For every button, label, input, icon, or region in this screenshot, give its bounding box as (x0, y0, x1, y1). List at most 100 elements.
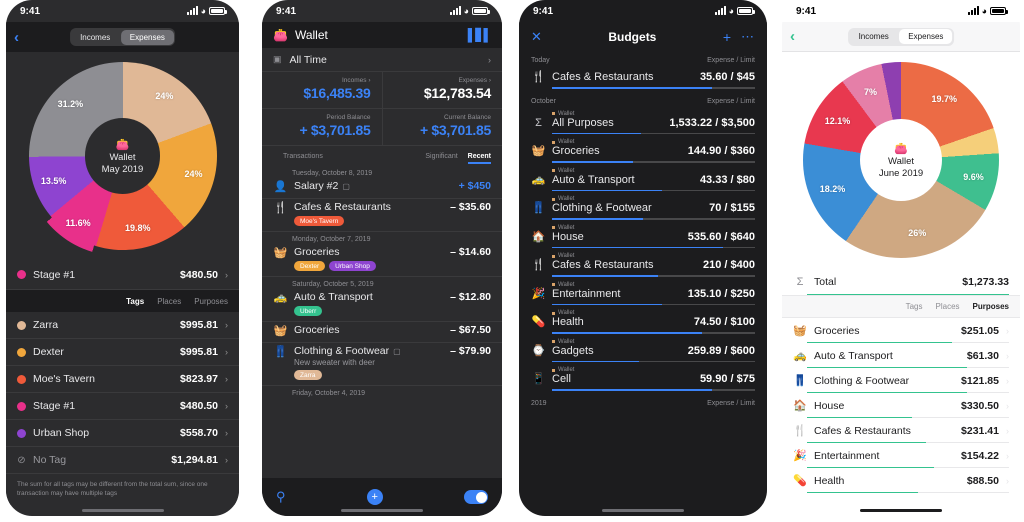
budget-value: 144.90 / $360 (687, 145, 755, 157)
wallet-icon: 👛 (273, 28, 288, 42)
list-item[interactable]: 🏠 House $330.50 › (782, 393, 1020, 418)
summary-label: Incomes › (341, 77, 371, 84)
row-amount: $154.22 (961, 449, 999, 462)
budget-name: Clothing & Footwear (552, 202, 652, 214)
list-item[interactable]: Zarra $995.81 › (6, 312, 239, 339)
row-amount: $558.70 (180, 427, 218, 439)
transaction-name: Cafes & Restaurants (294, 201, 391, 213)
segmented-control[interactable]: Incomes Expenses (69, 28, 176, 46)
budget-row[interactable]: 📱 Wallet Cell 59.90 / $75 (519, 366, 767, 395)
status-bar: 9:41 ◕ (6, 0, 239, 22)
tab-places[interactable]: Places (157, 297, 181, 306)
tab-tags[interactable]: Tags (126, 297, 144, 306)
transaction-row[interactable]: 🚕 Auto & Transport Uberr – $12.80 (262, 289, 502, 322)
period-selector[interactable]: ▣ All Time › (262, 48, 502, 72)
list-item[interactable]: 🎉 Entertainment $154.22 › (782, 443, 1020, 468)
budget-row[interactable]: 🚕 Wallet Auto & Transport 43.33 / $80 (519, 167, 767, 196)
transaction-name: Clothing & Footwear ▢ (294, 345, 401, 357)
list-item[interactable]: 🧺 Groceries $251.05 › (782, 318, 1020, 343)
budget-row[interactable]: 🍴 Cafes & Restaurants 35.60 / $45 (519, 69, 767, 93)
tag-chip[interactable]: Dexter (294, 261, 326, 271)
transaction-row[interactable]: 🧺 Groceries – $67.50 (262, 322, 502, 343)
close-icon[interactable]: ✕ (531, 29, 542, 45)
car-icon: 🚕 (793, 350, 807, 362)
progress-bar (552, 87, 755, 89)
list-item[interactable]: ⊘ No Tag $1,294.81 › (6, 447, 239, 474)
segment-expenses[interactable]: Expenses (120, 29, 174, 45)
pie-slice-label: 19.7% (931, 94, 957, 105)
segment-expenses[interactable]: Expenses (899, 29, 953, 44)
budget-row[interactable]: 💊 Wallet Health 74.50 / $100 (519, 309, 767, 338)
plus-icon[interactable]: + (723, 29, 731, 45)
budget-row[interactable]: 🍴 Wallet Cafes & Restaurants 210 / $400 (519, 252, 767, 281)
budget-row[interactable]: 🎉 Wallet Entertainment 135.10 / $250 (519, 281, 767, 310)
add-transaction-button[interactable]: + (366, 489, 383, 505)
transaction-row[interactable]: 🍴 Cafes & Restaurants Moe's Tavern – $35.60 (262, 199, 502, 232)
tab-tags[interactable]: Tags (906, 302, 923, 311)
tag-chip[interactable]: Urban Shop (329, 261, 376, 271)
toggle-switch[interactable] (464, 490, 488, 504)
budget-row[interactable]: 🧺 Wallet Groceries 144.90 / $360 (519, 138, 767, 167)
transaction-row[interactable]: 🧺 Groceries Dexter Urban Shop – $14.60 (262, 244, 502, 277)
chevron-left-icon[interactable]: ‹ (790, 28, 795, 45)
budget-section-header: 2019 Expense / Limit (519, 395, 767, 412)
row-amount: $231.41 (961, 424, 999, 437)
list-item[interactable]: 👖 Clothing & Footwear $121.85 › (782, 368, 1020, 393)
house-icon: 🏠 (793, 400, 807, 412)
list-item[interactable]: Urban Shop $558.70 › (6, 420, 239, 447)
selected-tag-row[interactable]: Stage #1 $480.50 › (6, 260, 239, 290)
expenses-donut-chart[interactable]: 👛 Wallet May 2019 24% 24% 19.8% 11.6% 13.5% 3… (6, 52, 239, 260)
list-item[interactable]: 💊 Health $88.50 › (782, 468, 1020, 493)
total-row[interactable]: Σ Total $1,273.33 (782, 268, 1020, 296)
tag-chip[interactable]: Zarra (294, 370, 322, 380)
row-amount: $251.05 (961, 324, 999, 337)
list-item[interactable]: Stage #1 $480.50 › (6, 393, 239, 420)
transaction-row[interactable]: 👤 Salary #2 ▢ + $450 (262, 178, 502, 199)
tabs[interactable]: Tags Places Purposes (782, 296, 1020, 318)
more-icon[interactable]: ⋯ (741, 29, 755, 45)
budget-value: 259.89 / $600 (687, 344, 755, 357)
list-item[interactable]: 🚕 Auto & Transport $61.30 › (782, 343, 1020, 368)
cutlery-icon: 🍴 (531, 71, 546, 83)
bar-chart-icon[interactable]: ▌▋▌ (468, 28, 492, 42)
budget-row[interactable]: 🏠 Wallet House 535.60 / $640 (519, 224, 767, 253)
row-amount: $1,294.81 (171, 454, 218, 466)
tab-purposes[interactable]: Purposes (973, 302, 1009, 311)
row-amount: $330.50 (961, 399, 999, 412)
home-indicator (602, 509, 684, 512)
sort-recent[interactable]: Recent (467, 153, 492, 164)
transactions-label: Transactions (283, 152, 323, 160)
segment-incomes[interactable]: Incomes (71, 30, 119, 45)
budget-row[interactable]: 👖 Wallet Clothing & Footwear 70 / $155 (519, 195, 767, 224)
summary-expenses[interactable]: Expenses › $12,783.54 (381, 72, 503, 108)
row-amount: $995.81 (180, 346, 218, 358)
tab-places[interactable]: Places (936, 302, 960, 311)
segmented-control[interactable]: Incomes Expenses (848, 27, 954, 46)
sort-significant[interactable]: Significant (425, 153, 457, 160)
chevron-left-icon[interactable]: ‹ (14, 29, 19, 46)
row-label: Stage #1 (33, 400, 76, 412)
navbar: ‹ Incomes Expenses (782, 22, 1020, 52)
list-item[interactable]: Dexter $995.81 › (6, 339, 239, 366)
list-item[interactable]: Moe's Tavern $823.97 › (6, 366, 239, 393)
budget-row[interactable]: Σ Wallet All Purposes 1,533.22 / $3,500 (519, 110, 767, 139)
search-icon[interactable]: ⚲ (276, 489, 286, 505)
tabs[interactable]: Tags Places Purposes (6, 290, 239, 312)
segment-incomes[interactable]: Incomes (850, 29, 898, 44)
gadgets-icon: ⌚ (531, 344, 546, 357)
list-item[interactable]: 🍴 Cafes & Restaurants $231.41 › (782, 418, 1020, 443)
row-label: House (814, 399, 845, 412)
row-label: Stage #1 (33, 268, 76, 281)
row-amount: $1,273.33 (962, 275, 1009, 288)
budget-name: Groceries (552, 145, 600, 157)
chevron-right-icon: › (225, 374, 228, 384)
transaction-row[interactable]: 👖 Clothing & Footwear ▢ New sweater with de… (262, 343, 502, 386)
tag-chip[interactable]: Moe's Tavern (294, 216, 345, 226)
expenses-donut-chart[interactable]: 👛 Wallet June 2019 19.7% 9.6% 26% 18.2% 12.1… (782, 52, 1020, 268)
tag-chip[interactable]: Uberr (294, 306, 323, 316)
progress-bar (552, 246, 755, 248)
budget-row[interactable]: ⌚ Wallet Gadgets 259.89 / $600 (519, 338, 767, 367)
budget-section-header: October Expense / Limit (519, 93, 767, 110)
summary-incomes[interactable]: Incomes › $16,485.39 (262, 72, 382, 108)
tab-purposes[interactable]: Purposes (194, 297, 228, 306)
